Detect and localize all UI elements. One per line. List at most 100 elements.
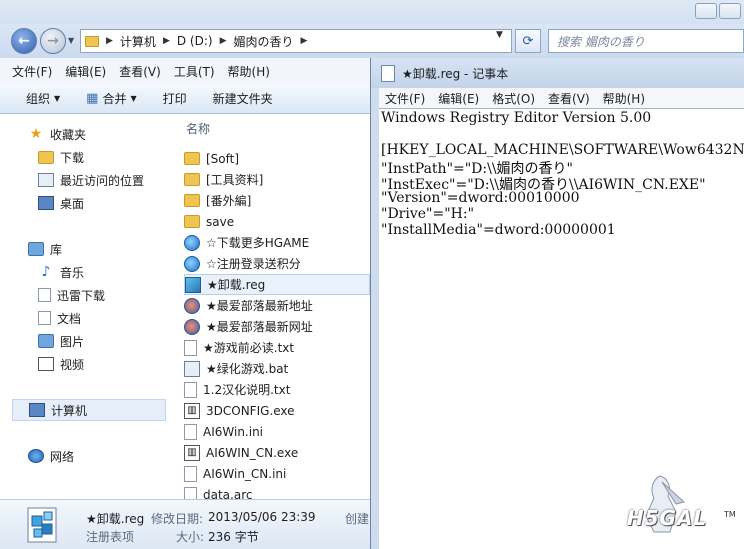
chevron-right-icon[interactable]: ▶ [301, 36, 308, 46]
text-line: "Version"=dword:00010000 [381, 190, 580, 206]
menu-help[interactable]: 帮助(H) [228, 63, 270, 80]
new-folder-button[interactable]: 新建文件夹 [213, 90, 273, 107]
forward-arrow-icon: → [47, 33, 59, 49]
desktop-icon [38, 196, 54, 210]
print-button[interactable]: 打印 [163, 90, 187, 107]
organize-button[interactable]: 组织 ▼ [26, 90, 60, 107]
file-row[interactable]: AI6Win.ini [184, 421, 370, 442]
menu-view[interactable]: 查看(V) [119, 63, 161, 80]
file-row[interactable]: ★绿化游戏.bat [184, 358, 370, 379]
breadcrumb-computer[interactable]: 计算机 [120, 33, 156, 50]
file-row[interactable]: ★最爱部落最新网址 [184, 316, 370, 337]
search-input[interactable]: 搜索 媚肉の香り [548, 29, 744, 53]
nav-network[interactable]: 网络 [0, 445, 178, 467]
nav-favorites[interactable]: ★ 收藏夹 [0, 123, 178, 145]
nav-thunder-downloads[interactable]: 迅雷下载 [0, 284, 178, 306]
file-row[interactable]: ★卸载.reg [184, 274, 370, 295]
exe-icon: ▥ [184, 402, 200, 419]
nav-downloads[interactable]: 下载 [0, 146, 178, 168]
include-label: 合并 [102, 92, 127, 106]
file-row[interactable]: 1.2汉化说明.txt [184, 379, 370, 400]
menu-edit[interactable]: 编辑(E) [65, 63, 106, 80]
file-row[interactable]: ☆下载更多HGAME [184, 232, 370, 253]
file-row[interactable]: ★最爱部落最新地址 [184, 295, 370, 316]
star-icon: ★ [29, 126, 43, 142]
file-name: ☆注册登录送积分 [206, 257, 301, 271]
maximize-button[interactable] [719, 3, 741, 19]
file-row[interactable]: AI6Win_CN.ini [184, 463, 370, 484]
file-name: ★卸载.reg [207, 278, 266, 292]
include-in-library-button[interactable]: ▦ 合并 ▼ [86, 90, 136, 107]
modified-date-value: 2013/05/06 23:39 [208, 510, 316, 524]
library-icon: ▦ [86, 91, 99, 106]
nav-desktop[interactable]: 桌面 [0, 192, 178, 214]
document-library-icon [38, 311, 51, 325]
text-file-icon [184, 381, 197, 398]
ini-icon [184, 423, 197, 440]
nav-label: 音乐 [60, 265, 85, 280]
new-folder-label: 新建文件夹 [212, 92, 273, 106]
file-row[interactable]: ☆注册登录送积分 [184, 253, 370, 274]
address-dropdown-icon[interactable]: ▼ [496, 30, 503, 40]
network-icon [28, 449, 44, 463]
chevron-right-icon[interactable]: ▶ [106, 36, 113, 46]
notepad-title-bar[interactable]: ★卸载.reg - 记事本 [371, 58, 744, 88]
nav-music[interactable]: ♪ 音乐 [0, 261, 178, 283]
file-row[interactable]: [番外編] [184, 190, 370, 211]
nav-label: 下载 [60, 150, 85, 165]
notepad-menu-edit[interactable]: 编辑(E) [438, 90, 479, 107]
library-icon [28, 242, 44, 256]
video-icon [38, 357, 54, 371]
file-name: ★游戏前必读.txt [203, 341, 295, 355]
size-label: 大小: [176, 530, 205, 544]
recent-pages-dropdown-icon[interactable]: ▼ [68, 36, 74, 45]
pictures-icon [38, 334, 54, 348]
details-pane: ★卸载.reg 注册表项 修改日期: 2013/05/06 23:39 创建 大… [0, 499, 370, 549]
exe-icon: ▥ [184, 444, 200, 461]
notepad-menu-file[interactable]: 文件(F) [385, 90, 425, 107]
nav-recent[interactable]: 最近访问的位置 [0, 169, 178, 191]
file-row[interactable]: ▥ AI6WIN_CN.exe [184, 442, 370, 463]
menu-file[interactable]: 文件(F) [12, 63, 52, 80]
nav-label: 文档 [57, 311, 82, 326]
file-name: AI6WIN_CN.exe [206, 445, 299, 460]
nav-videos[interactable]: 视频 [0, 353, 178, 375]
file-name: ★最爱部落最新地址 [206, 299, 313, 313]
site-watermark-logo: H5GAL TM [612, 472, 744, 549]
file-row[interactable]: ▥ 3DCONFIG.exe [184, 400, 370, 421]
nav-pictures[interactable]: 图片 [0, 330, 178, 352]
notepad-menu-help[interactable]: 帮助(H) [603, 90, 645, 107]
breadcrumb-drive[interactable]: D (D:) [177, 34, 213, 48]
notepad-menu-format[interactable]: 格式(O) [492, 90, 535, 107]
column-header-name[interactable]: 名称 [186, 120, 210, 137]
nav-computer[interactable]: 计算机 [12, 399, 166, 421]
computer-icon [29, 403, 45, 417]
selected-file-name: ★卸载.reg [86, 512, 145, 526]
notepad-icon [381, 64, 395, 82]
address-bar[interactable]: ▶ 计算机 ▶ D (D:) ▶ 媚肉の香り ▶ [80, 29, 512, 53]
file-row[interactable]: [工具资料] [184, 169, 370, 190]
nav-label: 网络 [50, 449, 75, 464]
menu-tools[interactable]: 工具(T) [174, 63, 215, 80]
back-button[interactable]: ← [11, 28, 37, 54]
forward-button[interactable]: → [40, 28, 66, 54]
folder-icon [184, 152, 200, 165]
notepad-menu-view[interactable]: 查看(V) [548, 90, 590, 107]
minimize-button[interactable] [695, 3, 717, 19]
file-list: 名称 [Soft] [工具资料] [番外編] save ☆下载更多HGAME ☆注册登录送… [178, 114, 370, 503]
file-name: [番外編] [206, 194, 252, 208]
folder-icon [85, 35, 99, 47]
nav-documents[interactable]: 文档 [0, 307, 178, 329]
file-name: ★最爱部落最新网址 [206, 320, 313, 334]
folder-icon [184, 173, 200, 186]
breadcrumb-folder[interactable]: 媚肉の香り [233, 33, 293, 50]
refresh-button[interactable]: ⟳ [515, 29, 541, 53]
file-row[interactable]: save [184, 211, 370, 232]
chevron-right-icon[interactable]: ▶ [163, 36, 170, 46]
chevron-down-icon: ▼ [130, 94, 137, 103]
nav-label: 计算机 [51, 403, 88, 418]
nav-libraries[interactable]: 库 [0, 238, 178, 260]
file-row[interactable]: ★游戏前必读.txt [184, 337, 370, 358]
file-row[interactable]: [Soft] [184, 148, 370, 169]
chevron-right-icon[interactable]: ▶ [220, 36, 227, 46]
